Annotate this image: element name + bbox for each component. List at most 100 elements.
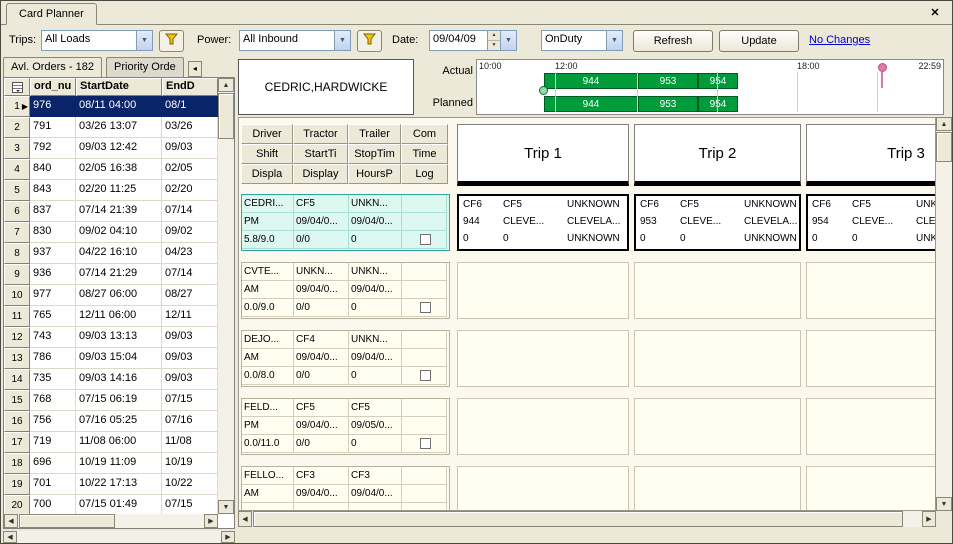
driver-card-cell[interactable] — [402, 435, 447, 453]
scroll-down-icon[interactable]: ▼ — [218, 500, 234, 514]
trip-slot[interactable] — [457, 466, 629, 510]
driver-card-cell[interactable] — [402, 399, 447, 417]
driver-card-cell[interactable]: 09/04/0... — [294, 281, 349, 299]
order-number-cell[interactable]: 936 — [30, 264, 76, 285]
trip-card[interactable]: CF6CF5UNKNOWN954CLEVE...CLEVELA...00UNKN… — [806, 194, 935, 251]
start-date-cell[interactable]: 09/03 14:16 — [76, 369, 162, 390]
chevron-down-icon[interactable]: ▼ — [334, 31, 350, 50]
order-row[interactable]: 683707/14 21:3907/14 — [4, 201, 218, 222]
driver-card-cell[interactable]: PM — [242, 213, 294, 231]
trip-slot[interactable] — [634, 398, 801, 455]
row-number-cell[interactable]: 10 — [4, 285, 30, 306]
end-date-cell[interactable]: 07/15 — [162, 390, 218, 411]
scrollbar-thumb[interactable] — [19, 514, 115, 528]
col-header-hoursp[interactable]: HoursP — [348, 164, 401, 184]
order-number-cell[interactable]: 768 — [30, 390, 76, 411]
row-number-cell[interactable]: 20 — [4, 495, 30, 516]
scroll-right-icon[interactable]: ▶ — [204, 514, 218, 528]
start-date-cell[interactable]: 08/11 04:00 — [76, 96, 162, 117]
driver-card-cell[interactable] — [402, 485, 447, 503]
scroll-right-icon[interactable]: ▶ — [221, 531, 235, 543]
driver-card-cell[interactable]: 0 — [349, 435, 402, 453]
driver-card-cell[interactable] — [402, 349, 447, 367]
driver-card-cell[interactable]: CF5 — [294, 195, 349, 213]
col-header-log[interactable]: Log — [401, 164, 448, 184]
driver-card-cell[interactable]: 5.8/9.0 — [242, 231, 294, 249]
panel-horizontal-scrollbar[interactable]: ◀ ▶ — [3, 531, 235, 543]
row-number-cell[interactable]: 7 — [4, 222, 30, 243]
driver-card-cell[interactable]: UNKN... — [349, 195, 402, 213]
driver-card-cell[interactable]: CF3 — [294, 467, 349, 485]
driver-card-cell[interactable] — [242, 503, 294, 510]
scroll-right-icon[interactable]: ▶ — [922, 511, 936, 527]
order-row[interactable]: 1675607/16 05:2507/16 — [4, 411, 218, 432]
row-number-cell[interactable]: 1▶ — [4, 96, 30, 117]
driver-card-cell[interactable]: 09/04/0... — [349, 349, 402, 367]
driver-card-cell[interactable]: FELD... — [242, 399, 294, 417]
end-date-cell[interactable]: 09/03 — [162, 369, 218, 390]
orders-horizontal-scrollbar[interactable]: ◀ ▶ — [4, 514, 218, 528]
col-header-trailer[interactable]: Trailer — [348, 124, 401, 144]
timeline-ruler[interactable]: 944953954 944953954 10:0012:0018:0022:59 — [476, 59, 944, 115]
trip-slot[interactable] — [457, 398, 629, 455]
row-number-cell[interactable]: 13 — [4, 348, 30, 369]
driver-card-cell[interactable] — [402, 367, 447, 385]
end-date-cell[interactable]: 04/23 — [162, 243, 218, 264]
driver-card-cell[interactable]: 09/04/0... — [294, 417, 349, 435]
order-row[interactable]: 279103/26 13:0703/26 — [4, 117, 218, 138]
driver-card-cell[interactable] — [402, 213, 447, 231]
driver-card[interactable]: CEDRI...CF5UNKN...PM09/04/0...09/04/0...… — [241, 194, 450, 251]
trip-slot[interactable] — [806, 466, 935, 510]
order-number-cell[interactable]: 765 — [30, 306, 76, 327]
start-date-cell[interactable]: 12/11 06:00 — [76, 306, 162, 327]
order-row[interactable]: 2070007/15 01:4907/15 — [4, 495, 218, 516]
row-number-cell[interactable]: 2 — [4, 117, 30, 138]
driver-card-cell[interactable]: CF5 — [294, 399, 349, 417]
col-header-driver[interactable]: Driver — [241, 124, 293, 144]
scroll-up-icon[interactable]: ▲ — [218, 78, 234, 92]
order-row[interactable]: 1473509/03 14:1609/03 — [4, 369, 218, 390]
grid-selector-icon[interactable] — [4, 78, 30, 96]
scrollbar-thumb[interactable] — [253, 511, 903, 527]
row-number-cell[interactable]: 3 — [4, 138, 30, 159]
scroll-down-icon[interactable]: ▼ — [936, 497, 952, 511]
row-number-cell[interactable]: 9 — [4, 264, 30, 285]
column-header-ord-nu[interactable]: ord_nu — [30, 78, 76, 96]
order-number-cell[interactable]: 977 — [30, 285, 76, 306]
order-number-cell[interactable]: 700 — [30, 495, 76, 516]
order-number-cell[interactable]: 743 — [30, 327, 76, 348]
no-changes-link[interactable]: No Changes — [809, 34, 870, 46]
driver-card-cell[interactable]: 0 — [349, 367, 402, 385]
driver-card-cell[interactable]: PM — [242, 417, 294, 435]
order-row[interactable]: 1970110/22 17:1310/22 — [4, 474, 218, 495]
column-header-enddate[interactable]: EndD — [162, 78, 218, 96]
start-date-cell[interactable]: 07/14 21:29 — [76, 264, 162, 285]
pin-marker-icon[interactable] — [878, 63, 887, 89]
order-number-cell[interactable]: 976 — [30, 96, 76, 117]
trip-slot[interactable]: CF6CF5UNKNOWN953CLEVE...CLEVELA...00UNKN… — [634, 194, 801, 251]
trip-card[interactable]: CF6CF5UNKNOWN953CLEVE...CLEVELA...00UNKN… — [634, 194, 801, 251]
date-spinner[interactable]: ▲▼ — [487, 31, 500, 50]
duty-dropdown[interactable]: OnDuty ▼ — [541, 30, 623, 51]
chevron-down-icon[interactable]: ▼ — [606, 31, 622, 50]
col-header-stoptim[interactable]: StopTim — [348, 144, 401, 164]
tab-card-planner[interactable]: Card Planner — [6, 3, 97, 25]
start-date-cell[interactable]: 02/20 11:25 — [76, 180, 162, 201]
driver-card-cell[interactable] — [402, 263, 447, 281]
end-date-cell[interactable]: 08/1 — [162, 96, 218, 117]
driver-card[interactable]: DEJO...CF4UNKN...AM09/04/0...09/04/0...0… — [241, 330, 450, 387]
driver-card-cell[interactable]: CF4 — [294, 331, 349, 349]
driver-card-cell[interactable]: 0.0/11.0 — [242, 435, 294, 453]
driver-card-cell[interactable]: 09/04/0... — [349, 213, 402, 231]
start-date-cell[interactable]: 07/14 21:39 — [76, 201, 162, 222]
row-number-cell[interactable]: 11 — [4, 306, 30, 327]
tab-scroll-left-icon[interactable]: ◂ — [188, 61, 202, 77]
col-header-startti[interactable]: StartTi — [293, 144, 348, 164]
order-row[interactable]: 1576807/15 06:1907/15 — [4, 390, 218, 411]
start-date-cell[interactable]: 09/02 04:10 — [76, 222, 162, 243]
log-checkbox[interactable] — [420, 438, 431, 449]
driver-card-cell[interactable]: 0/0 — [294, 367, 349, 385]
driver-card-cell[interactable] — [402, 417, 447, 435]
row-number-cell[interactable]: 4 — [4, 159, 30, 180]
driver-card-cell[interactable] — [402, 503, 447, 510]
